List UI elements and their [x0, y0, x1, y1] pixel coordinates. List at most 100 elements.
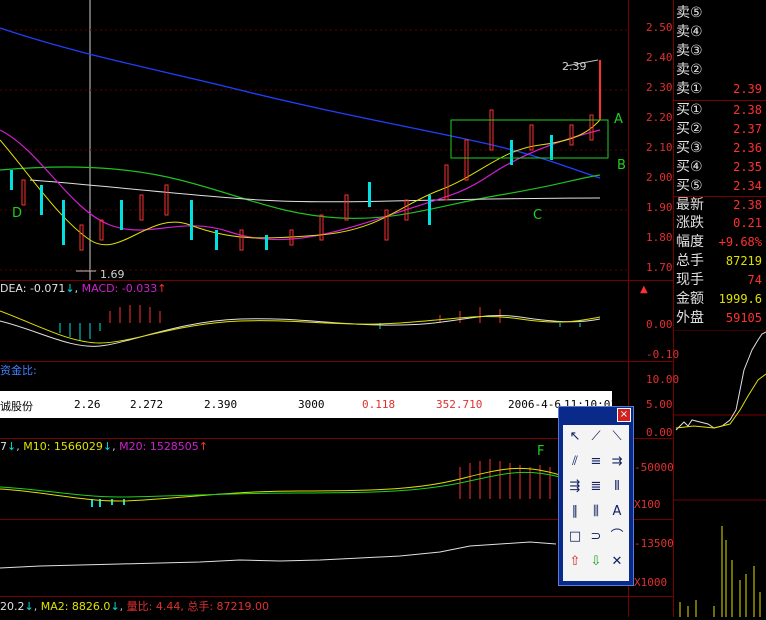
fan-tool-icon[interactable]: ⟍	[607, 427, 627, 447]
m-tick: X1000	[634, 576, 668, 589]
annot-b: B	[617, 158, 626, 173]
macd-tick: 0.00	[646, 318, 673, 331]
toolbox-grid: ↖ ⟋ ⟍ ⫽ ≡ ⇉ ⇶ ≣ ⫴ ∥ ⫼ A □ ⊃ ⌒ ⇧ ⇩ ✕	[563, 425, 629, 581]
channel-tool-icon[interactable]: ⇉	[607, 452, 627, 472]
price-chart-svg	[0, 0, 628, 280]
red-arrow-icon: ▲	[640, 284, 648, 295]
annot-c: C	[533, 208, 543, 223]
bottom-ma2-arrow: ↓	[110, 600, 120, 613]
bottom-panel[interactable]	[0, 520, 628, 596]
quote-v3: 2.390	[204, 398, 238, 411]
parallel-tool-icon[interactable]: ⫴	[607, 477, 627, 497]
bottom-ratio: 量比: 4.44,	[126, 600, 184, 613]
quote-v2: 2.272	[130, 398, 164, 411]
annot-f: F	[537, 444, 545, 459]
vol-m5: 7	[0, 440, 7, 453]
ask-2: 卖②	[676, 62, 703, 78]
bottom-ma2: MA2: 8826.0	[40, 600, 111, 613]
annot-d: D	[12, 206, 23, 221]
m-tick: -13500	[634, 537, 674, 550]
last-price: 最新 2.38	[676, 197, 762, 213]
change-pct: 幅度 +9.68%	[676, 234, 762, 250]
price-tick: 2.00	[646, 171, 673, 184]
vol-label: 7↓, M10: 1566029↓, M20: 1528505↑	[0, 440, 209, 453]
text-tool-icon[interactable]: A	[607, 502, 627, 522]
quote-info-row: 诚股份 2.26 2.272 2.390 3000 0.118 352.710 …	[0, 391, 617, 418]
price-tick: 2.30	[646, 81, 673, 94]
ask-5: 卖⑤	[676, 5, 703, 21]
dea-value: DEA: -0.071	[0, 282, 66, 295]
quote-v1: 2.26	[74, 398, 101, 411]
volume-panel[interactable]: 7↓, M10: 1566029↓, M20: 1528505↑ F	[0, 439, 628, 519]
vol-m20-arrow: ↑	[198, 440, 209, 453]
bottom-label: 20.2↓, MA2: 8826.0↓, 量比: 4.44, 总手: 87219…	[0, 600, 270, 613]
macd-panel[interactable]: DEA: -0.071↓, MACD: -0.033↑	[0, 281, 628, 361]
price-tick: 2.20	[646, 111, 673, 124]
drawing-toolbox[interactable]: × ↖ ⟋ ⟍ ⫽ ≡ ⇉ ⇶ ≣ ⫴ ∥ ⫼ A □ ⊃ ⌒ ⇧ ⇩ ✕	[558, 406, 634, 586]
current-volume: 现手 74	[676, 272, 762, 288]
rectangle-tool-icon[interactable]: □	[565, 527, 585, 547]
m-tick: -50000	[634, 461, 674, 474]
price-tick: 1.80	[646, 231, 673, 244]
down-arrow-tool-icon[interactable]: ⇩	[586, 552, 606, 572]
dea-arrow: ↓	[65, 282, 75, 295]
dea-label: DEA: -0.071↓, MACD: -0.033↑	[0, 282, 167, 295]
stock-name: 诚股份	[0, 400, 33, 413]
macd-value: MACD: -0.033	[81, 282, 158, 295]
candles	[10, 60, 601, 251]
price-chart[interactable]: 2.39 1.69 A B C D	[0, 0, 628, 281]
bottom-total: 总手: 87219.00	[187, 600, 270, 613]
delete-tool-icon[interactable]: ✕	[607, 552, 627, 572]
price-tick: 2.40	[646, 51, 673, 64]
capital-label: 资金比:	[0, 364, 37, 377]
total-volume: 总手 87219	[676, 253, 762, 269]
ask-1: 卖① 2.39	[676, 81, 762, 97]
bid-3: 买③ 2.36	[676, 140, 762, 156]
pointer-tool-icon[interactable]: ↖	[565, 427, 585, 447]
price-tick: 1.70	[646, 261, 673, 274]
quote-v6: 352.710	[436, 398, 483, 411]
change: 涨跌 0.21	[676, 215, 762, 231]
ray-tool-icon[interactable]: ⟋	[586, 427, 606, 447]
quote-v5: 0.118	[362, 398, 396, 411]
fib-tool-icon[interactable]: ≡	[586, 452, 606, 472]
bottom-ma1: 20.2	[0, 600, 25, 613]
outer-volume: 外盘 59105	[676, 310, 762, 326]
bid-2: 买② 2.37	[676, 121, 762, 137]
close-icon[interactable]: ×	[617, 408, 631, 422]
price-tick: 2.50	[646, 21, 673, 34]
cycle-tool-icon[interactable]: ∥	[565, 502, 585, 522]
vol-m5-arrow: ↓	[7, 440, 17, 453]
intraday-mini-chart[interactable]	[674, 329, 766, 617]
status-top-separator	[0, 596, 673, 597]
vol-m10: M10: 1566029	[23, 440, 103, 453]
m-tick: X100	[634, 498, 661, 511]
capital-top-separator	[0, 361, 673, 362]
quote-v4: 3000	[298, 398, 325, 411]
bid-5: 买⑤ 2.34	[676, 178, 762, 194]
bid-1: 买① 2.38	[676, 102, 762, 118]
ask-3: 卖③	[676, 43, 703, 59]
bottom-svg	[0, 541, 557, 569]
period-tool-icon[interactable]: ⫼	[586, 502, 606, 522]
curve-tool-icon[interactable]: ⌒	[607, 527, 627, 547]
price-tick: 2.10	[646, 141, 673, 154]
line-tool-icon[interactable]: ⫽	[565, 452, 585, 472]
quote-date: 2006-4-6	[508, 398, 561, 411]
macd-arrow: ↑	[157, 282, 167, 295]
vol-m10-arrow: ↓	[102, 440, 113, 453]
vol-m20: M20: 1528505	[119, 440, 199, 453]
vol-tick: 5.00	[646, 398, 673, 411]
arc-tool-icon[interactable]: ⊃	[586, 527, 606, 547]
bid-4: 买④ 2.35	[676, 159, 762, 175]
turnover: 金额 1999.6	[676, 291, 762, 307]
high-label: 2.39	[562, 60, 587, 73]
intraday-svg	[674, 329, 766, 617]
up-arrow-tool-icon[interactable]: ⇧	[565, 552, 585, 572]
bottom-ma1-arrow: ↓	[24, 600, 34, 613]
ask-4: 卖④	[676, 24, 703, 40]
price-tick: 1.90	[646, 201, 673, 214]
gann-tool-icon[interactable]: ⇶	[565, 477, 585, 497]
annot-a: A	[614, 112, 623, 127]
levels-tool-icon[interactable]: ≣	[586, 477, 606, 497]
